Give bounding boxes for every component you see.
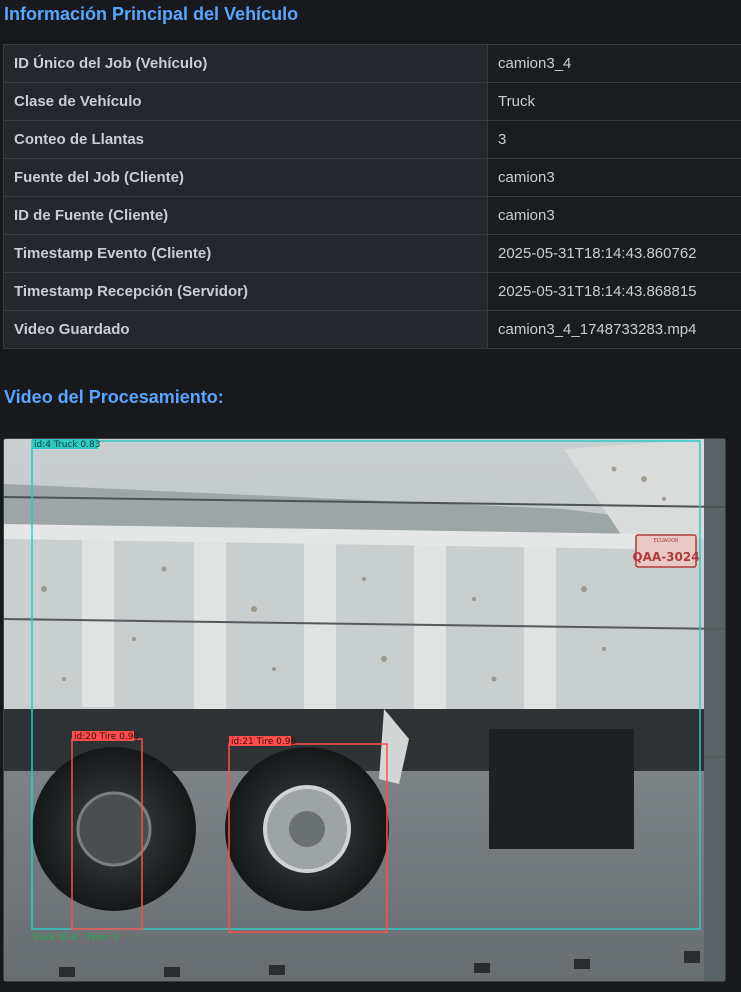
truck-detection-label: id:4 Truck 0.83 [34,440,100,450]
field-label: Timestamp Recepción (Servidor) [3,272,488,311]
vehicle-detail-page: Información Principal del Vehículo ID Ún… [0,0,741,992]
table-row: Timestamp Recepción (Servidor) 2025-05-3… [3,272,741,311]
field-label: ID de Fuente (Cliente) [3,196,488,235]
processing-video-player[interactable]: ECUADOR QAA-3024 id:4 Truck 0.83 id:20 T… [3,438,726,982]
truck-summary-overlay: Truck ID 4 - Tires: 3 [31,933,119,943]
vehicle-info-table: ID Único del Job (Vehículo) camion3_4 Cl… [3,44,741,349]
video-frame: ECUADOR QAA-3024 id:4 Truck 0.83 id:20 T… [4,439,725,981]
table-row: Timestamp Evento (Cliente) 2025-05-31T18… [3,234,741,273]
field-value: 2025-05-31T18:14:43.868815 [487,272,741,311]
tire-detection-label-21: id:21 Tire 0.93 [231,737,296,747]
field-label: ID Único del Job (Vehículo) [3,44,488,83]
field-value: Truck [487,82,741,121]
field-value: camion3_4_1748733283.mp4 [487,310,741,349]
table-row: ID de Fuente (Cliente) camion3 [3,196,741,235]
table-row: ID Único del Job (Vehículo) camion3_4 [3,44,741,83]
processing-video-title: Video del Procesamiento: [4,387,224,407]
field-value: 3 [487,120,741,159]
field-label: Timestamp Evento (Cliente) [3,234,488,273]
field-label: Video Guardado [3,310,488,349]
field-label: Clase de Vehículo [3,82,488,121]
table-row: Clase de Vehículo Truck [3,82,741,121]
tire-detection-label-20: id:20 Tire 0.90 [74,732,139,742]
plate-number-text: QAA-3024 [632,550,699,564]
table-row: Fuente del Job (Cliente) camion3 [3,158,741,197]
field-value: camion3 [487,158,741,197]
field-value: camion3_4 [487,44,741,83]
field-label: Conteo de Llantas [3,120,488,159]
plate-country-text: ECUADOR [654,538,680,544]
table-row: Conteo de Llantas 3 [3,120,741,159]
field-label: Fuente del Job (Cliente) [3,158,488,197]
field-value: 2025-05-31T18:14:43.860762 [487,234,741,273]
table-row: Video Guardado camion3_4_1748733283.mp4 [3,310,741,349]
vehicle-info-title: Información Principal del Vehículo [4,4,299,24]
mudflap [489,729,634,849]
field-value: camion3 [487,196,741,235]
